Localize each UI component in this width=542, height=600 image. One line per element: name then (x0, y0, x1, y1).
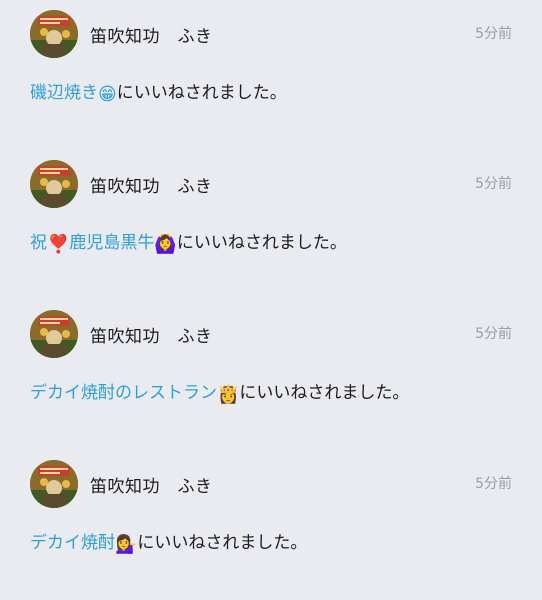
notification-message: デカイ焼酎💁‍♀️にいいねされました。 (30, 528, 307, 554)
timestamp: 5分前 (475, 26, 512, 42)
post-title-prefix[interactable]: 祝 (30, 233, 47, 253)
username[interactable]: 笛吹知功 ふき (90, 172, 213, 197)
post-link[interactable]: デカイ焼酎💁‍♀️ (30, 533, 138, 555)
avatar[interactable] (30, 460, 78, 508)
action-text: にいいねされました。 (176, 233, 347, 253)
post-title[interactable]: 磯辺焼き (30, 83, 98, 103)
avatar[interactable] (30, 10, 78, 58)
post-link[interactable]: 祝❣️鹿児島黒牛🙆‍♀️ (30, 233, 177, 255)
notification-item[interactable]: 笛吹知功 ふき 5分前 デカイ焼酎💁‍♀️にいいねされました。 (0, 450, 542, 600)
action-text: にいいねされました。 (137, 533, 308, 553)
post-link[interactable]: デカイ焼酎のレストラン👸 (30, 383, 240, 405)
grinning-face-icon: 😁 (98, 84, 117, 105)
person-tipping-hand-icon: 💁‍♀️ (115, 534, 138, 555)
notification-message: デカイ焼酎のレストラン👸にいいねされました。 (30, 378, 409, 404)
post-title[interactable]: デカイ焼酎のレストラン (30, 383, 217, 403)
heart-exclamation-icon: ❣️ (47, 234, 70, 255)
princess-icon: 👸 (217, 384, 240, 405)
post-title[interactable]: デカイ焼酎 (30, 533, 115, 553)
notification-item[interactable]: 笛吹知功 ふき 5分前 デカイ焼酎のレストラン👸にいいねされました。 (0, 300, 542, 450)
notification-message: 祝❣️鹿児島黒牛🙆‍♀️にいいねされました。 (30, 228, 347, 254)
action-text: にいいねされました。 (239, 383, 410, 403)
timestamp: 5分前 (475, 326, 512, 342)
notification-message: 磯辺焼き😁にいいねされました。 (30, 78, 287, 104)
timestamp: 5分前 (475, 476, 512, 492)
action-text: にいいねされました。 (116, 83, 287, 103)
post-link[interactable]: 磯辺焼き😁 (30, 83, 117, 105)
notification-item[interactable]: 笛吹知功 ふき 5分前 磯辺焼き😁にいいねされました。 (0, 0, 542, 150)
username[interactable]: 笛吹知功 ふき (90, 472, 213, 497)
avatar[interactable] (30, 160, 78, 208)
notification-item[interactable]: 笛吹知功 ふき 5分前 祝❣️鹿児島黒牛🙆‍♀️にいいねされました。 (0, 150, 542, 300)
username[interactable]: 笛吹知功 ふき (90, 322, 213, 347)
username[interactable]: 笛吹知功 ふき (90, 22, 213, 47)
person-ok-gesture-icon: 🙆‍♀️ (154, 234, 177, 255)
timestamp: 5分前 (475, 176, 512, 192)
post-title[interactable]: 鹿児島黒牛 (69, 233, 154, 253)
avatar[interactable] (30, 310, 78, 358)
